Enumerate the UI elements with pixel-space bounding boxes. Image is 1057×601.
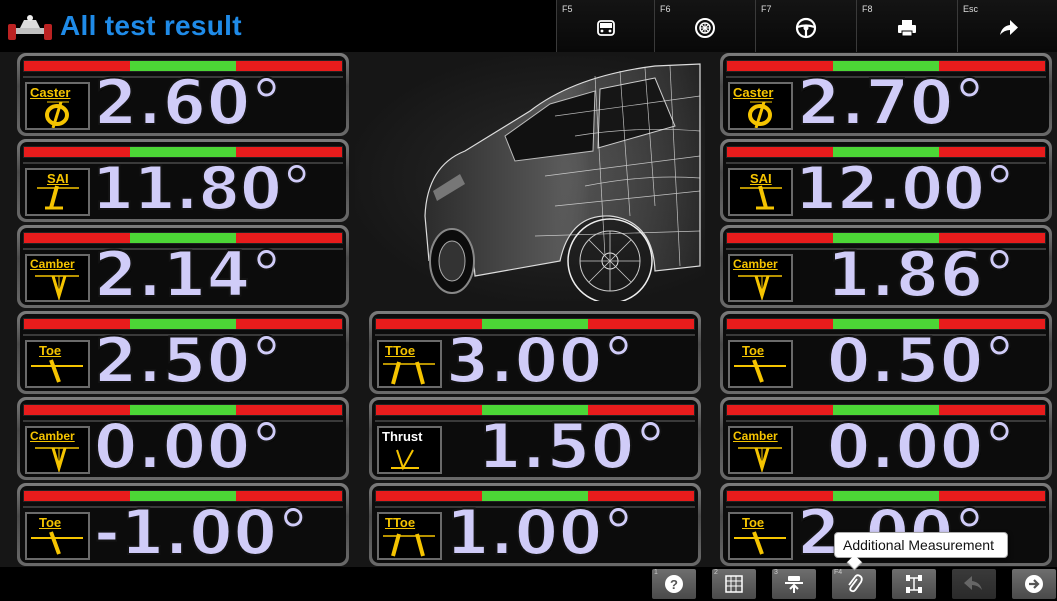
- function-key-bar: F5 F6 F7 F8 Esc: [556, 0, 1057, 52]
- back-icon: [964, 576, 982, 590]
- center-thrust-tile: Thrust 1.50°: [369, 397, 701, 480]
- svg-text:?: ?: [670, 577, 678, 592]
- axle-icon: [906, 575, 922, 593]
- measurement-value: 1.86°: [826, 238, 1016, 306]
- camber-icon: Camber: [728, 426, 793, 474]
- f8-print-button[interactable]: F8: [856, 0, 957, 52]
- f7-steering-button[interactable]: F7: [755, 0, 856, 52]
- toe-icon: Toe: [25, 340, 90, 388]
- f6-wheel-button[interactable]: F6: [654, 0, 755, 52]
- back-button[interactable]: [952, 569, 996, 599]
- left-toe-tile: Toe -1.00°: [17, 483, 349, 566]
- tooltip: Additional Measurement: [834, 532, 1008, 558]
- fkey-label: F8: [862, 4, 873, 14]
- measurement-value: 1.50°: [477, 410, 667, 478]
- total-toe-icon: TToe: [377, 512, 442, 560]
- center-total-toe-tile: TToe 3.00°: [369, 311, 701, 394]
- printer-icon: [898, 20, 916, 37]
- right-toe-tile: Toe 0.50°: [720, 311, 1052, 394]
- paperclip-icon: [848, 574, 863, 593]
- alignment-logo-icon: [8, 15, 52, 40]
- help-button[interactable]: 1 ?: [652, 569, 696, 599]
- toe-icon: Toe: [728, 512, 793, 560]
- right-camber-tile: Camber 1.86°: [720, 225, 1052, 308]
- esc-forward-button[interactable]: Esc: [957, 0, 1057, 52]
- steering-wheel-icon: [795, 17, 817, 39]
- measurement-value: 1.00°: [445, 496, 635, 564]
- header-bar: All test result F5 F6 F7 F8 Esc: [0, 0, 1057, 52]
- measurement-value: 2.50°: [93, 324, 283, 392]
- measurement-value: 11.80°: [91, 154, 313, 219]
- center-total-toe-tile: TToe 1.00°: [369, 483, 701, 566]
- toe-icon: Toe: [25, 512, 90, 560]
- car-front-icon: [596, 20, 615, 36]
- fkey-label: F6: [660, 4, 671, 14]
- toe-icon: Toe: [728, 340, 793, 388]
- results-panel: Caster 2.60° SAI 11.80° Camber 2.14° Toe…: [0, 52, 1057, 567]
- left-sai-tile: SAI 11.80°: [17, 139, 349, 222]
- car-wireframe-image: [424, 63, 701, 301]
- fkey-label: F5: [562, 4, 573, 14]
- lift-button[interactable]: 3: [772, 569, 816, 599]
- fkey-label: Esc: [963, 4, 979, 14]
- measurement-value: 2.60°: [93, 66, 283, 134]
- total-toe-icon: TToe: [377, 340, 442, 388]
- wheel-icon: [695, 18, 715, 38]
- camber-icon: Camber: [25, 426, 90, 474]
- app-window: All test result F5 F6 F7 F8 Esc Caster 2…: [0, 0, 1057, 601]
- caster-icon: Caster: [728, 82, 793, 130]
- axle-button[interactable]: [892, 569, 936, 599]
- left-toe-tile: Toe 2.50°: [17, 311, 349, 394]
- forward-arrow-icon: [1000, 20, 1018, 35]
- measurement-value: 2.14°: [93, 238, 283, 306]
- lift-icon: [785, 576, 803, 593]
- measurement-value: 12.00°: [794, 154, 1016, 219]
- camber-icon: Camber: [25, 254, 90, 302]
- left-camber-tile: Camber 0.00°: [17, 397, 349, 480]
- measurement-value: 3.00°: [445, 324, 635, 392]
- page-title: All test result: [60, 10, 242, 41]
- next-button[interactable]: [1012, 569, 1056, 599]
- camber-icon: Camber: [728, 254, 793, 302]
- sai-icon: SAI: [728, 168, 793, 216]
- measurement-value: 2.70°: [796, 66, 986, 134]
- help-icon: ?: [665, 575, 683, 593]
- sai-icon: SAI: [25, 168, 90, 216]
- right-caster-tile: Caster 2.70°: [720, 53, 1052, 136]
- bottom-toolbar: 1 ? 2 3 F4: [0, 567, 1057, 601]
- measurement-value: 0.50°: [826, 324, 1016, 392]
- f5-car-button[interactable]: F5: [556, 0, 654, 52]
- left-camber-tile: Camber 2.14°: [17, 225, 349, 308]
- thrust-icon: Thrust: [377, 426, 442, 474]
- measurement-value: 0.00°: [826, 410, 1016, 478]
- caster-icon: Caster: [25, 82, 90, 130]
- fkey-label: F7: [761, 4, 772, 14]
- measurement-value: -1.00°: [93, 496, 310, 564]
- left-caster-tile: Caster 2.60°: [17, 53, 349, 136]
- calculator-button[interactable]: 2: [712, 569, 756, 599]
- measurement-value: 0.00°: [93, 410, 283, 478]
- car-illustration: [355, 56, 705, 301]
- right-sai-tile: SAI 12.00°: [720, 139, 1052, 222]
- calculator-icon: [725, 575, 743, 593]
- right-camber-tile: Camber 0.00°: [720, 397, 1052, 480]
- next-icon: [1025, 575, 1043, 593]
- additional-measurement-button[interactable]: F4: [832, 569, 876, 599]
